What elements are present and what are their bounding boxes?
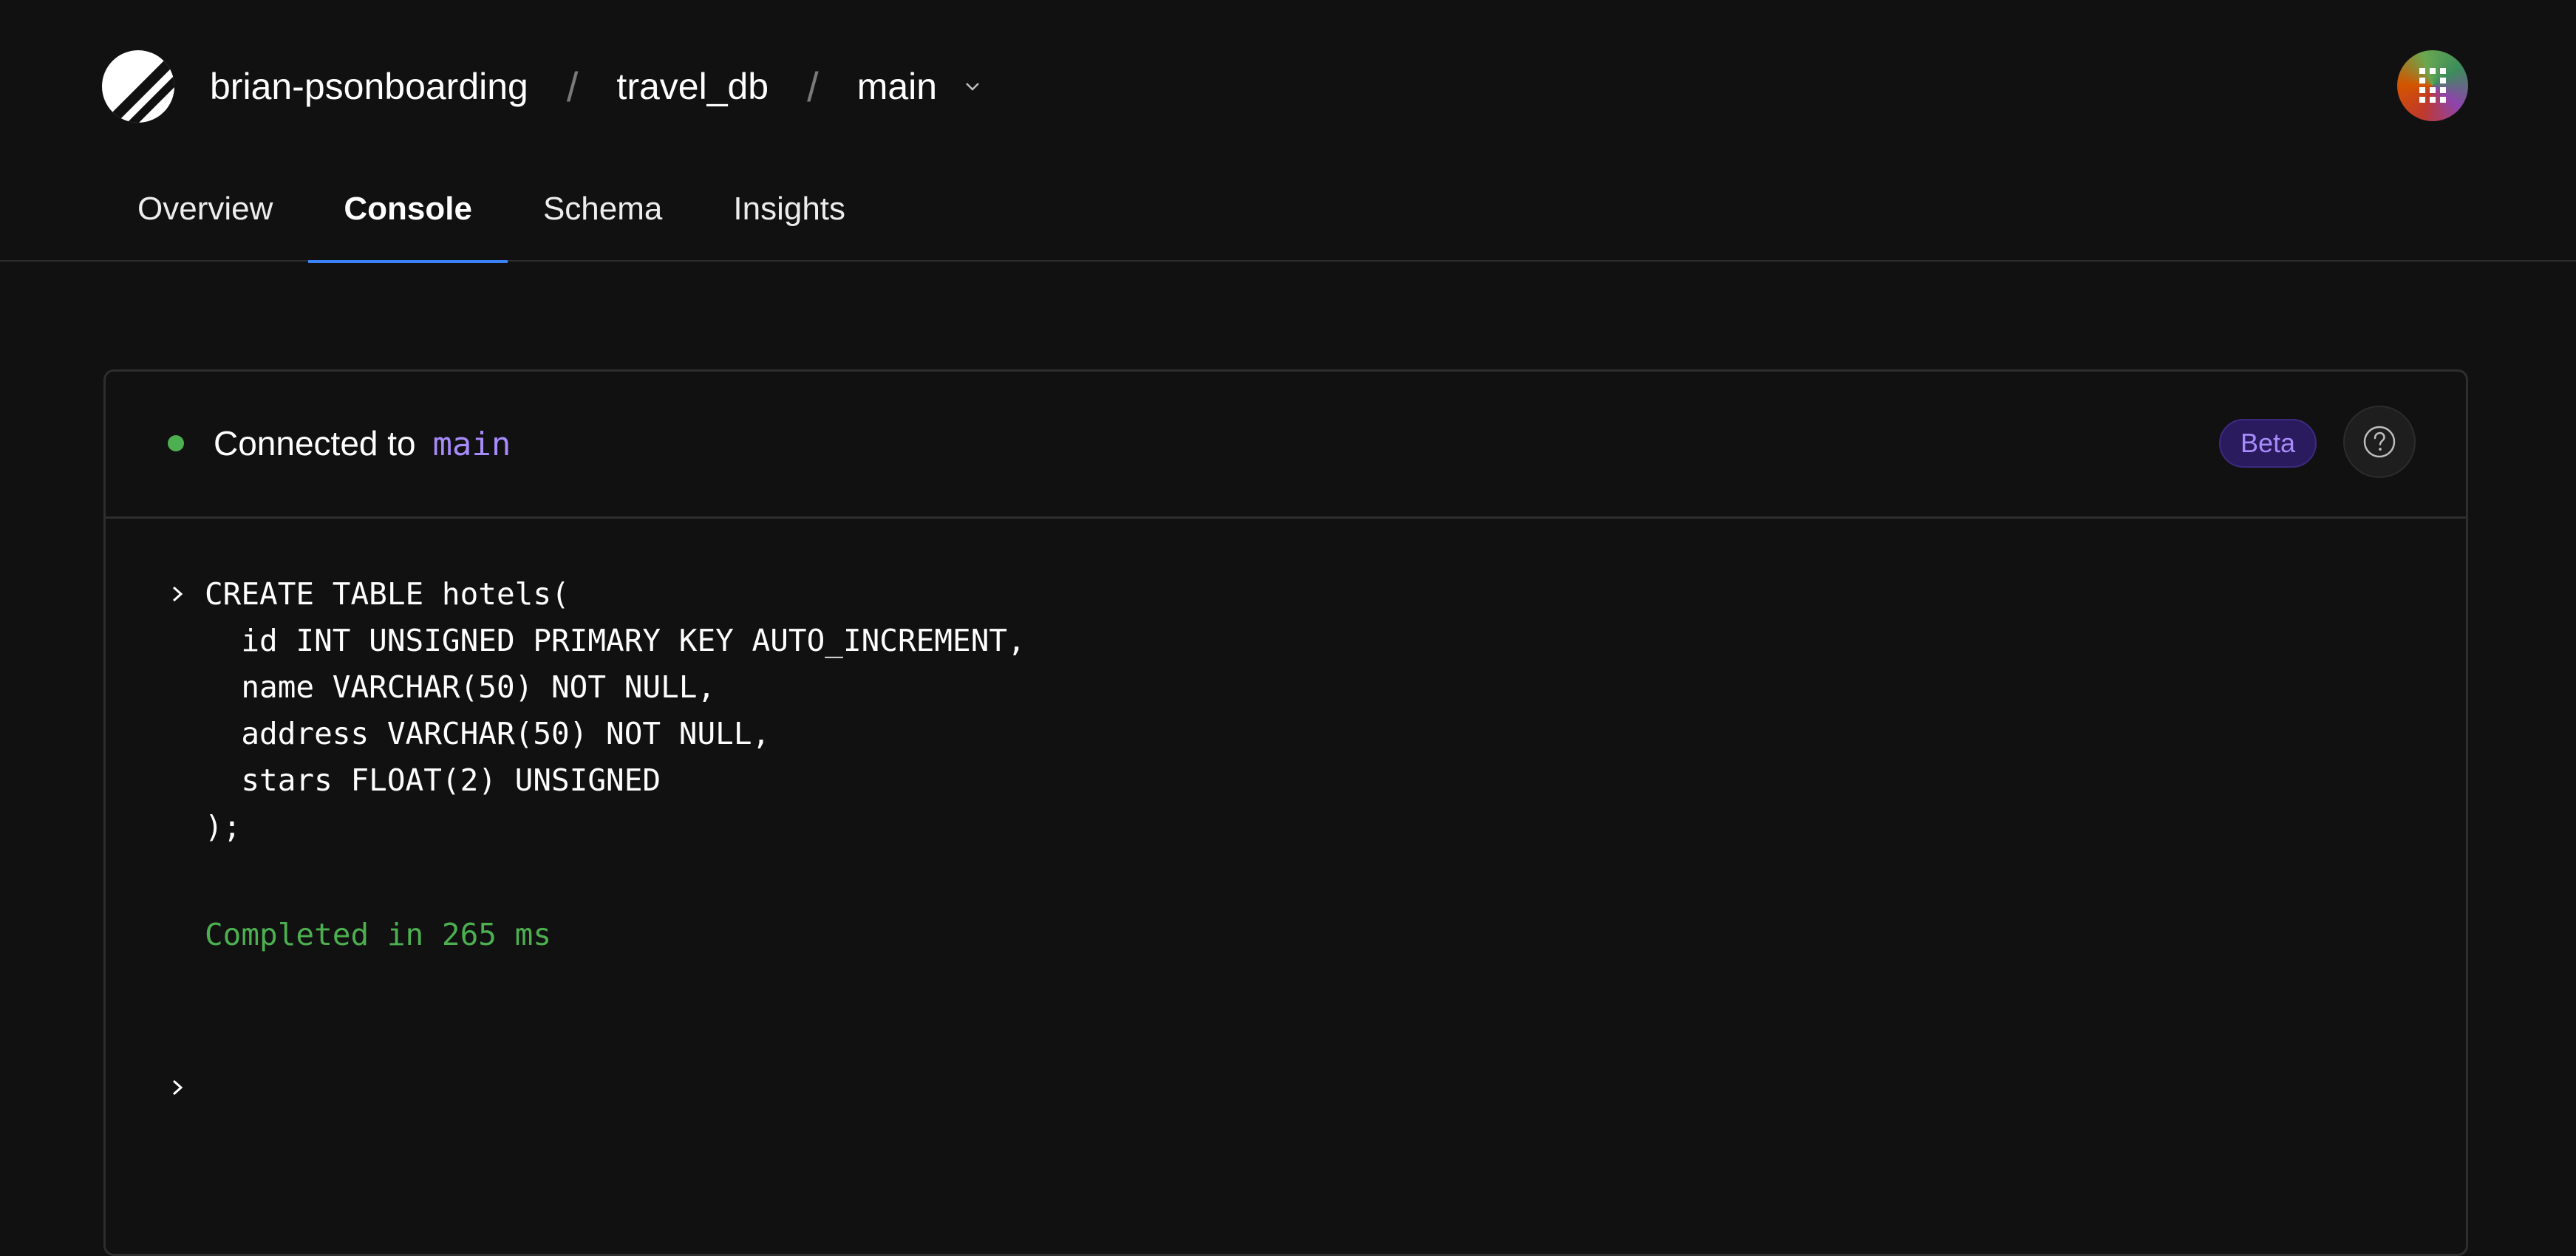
user-avatar[interactable]: [2397, 50, 2468, 121]
question-circle-icon: [2363, 426, 2396, 458]
prompt-chevron-icon: [172, 586, 183, 602]
help-button[interactable]: [2343, 406, 2416, 478]
beta-badge: Beta: [2219, 419, 2317, 468]
query-line: name VARCHAR(50) NOT NULL,: [205, 669, 716, 705]
nav-tabs: Overview Console Schema Insights: [102, 174, 881, 263]
branch-selector[interactable]: main: [857, 65, 981, 108]
breadcrumb: brian-psonboarding / travel_db / main: [210, 62, 981, 111]
avatar-pattern-icon: [2419, 68, 2446, 103]
query-line: CREATE TABLE hotels(: [205, 576, 570, 612]
connection-branch: main: [432, 426, 511, 463]
tab-overview[interactable]: Overview: [102, 174, 308, 262]
query-result: Completed in 265 ms: [205, 917, 551, 952]
query-line: address VARCHAR(50) NOT NULL,: [205, 716, 771, 751]
connection-status-dot: [168, 435, 184, 451]
tab-schema[interactable]: Schema: [508, 174, 698, 262]
input-prompt-icon[interactable]: [168, 1076, 190, 1099]
breadcrumb-branch: main: [856, 66, 938, 107]
query-line: );: [205, 809, 242, 844]
query-line: stars FLOAT(2) UNSIGNED: [205, 762, 661, 798]
tab-insights[interactable]: Insights: [698, 174, 881, 262]
console-header: Connected to main Beta: [106, 372, 2466, 519]
planetscale-logo-icon[interactable]: [102, 50, 174, 123]
breadcrumb-database[interactable]: travel_db: [616, 65, 769, 108]
connection-status-label: Connected to: [214, 424, 416, 463]
breadcrumb-organization[interactable]: brian-psonboarding: [210, 65, 528, 108]
breadcrumb-separator: /: [807, 63, 819, 110]
breadcrumb-separator: /: [566, 63, 579, 110]
console-panel: Connected to main Beta CREATE TABLE hote…: [103, 369, 2468, 1256]
top-header: brian-psonboarding / travel_db / main Ov…: [0, 0, 2576, 263]
connection-status: Connected to main: [214, 423, 511, 463]
tab-console[interactable]: Console: [308, 174, 508, 263]
query-line: id INT UNSIGNED PRIMARY KEY AUTO_INCREME…: [205, 623, 1026, 658]
chevron-down-icon: [966, 83, 979, 91]
